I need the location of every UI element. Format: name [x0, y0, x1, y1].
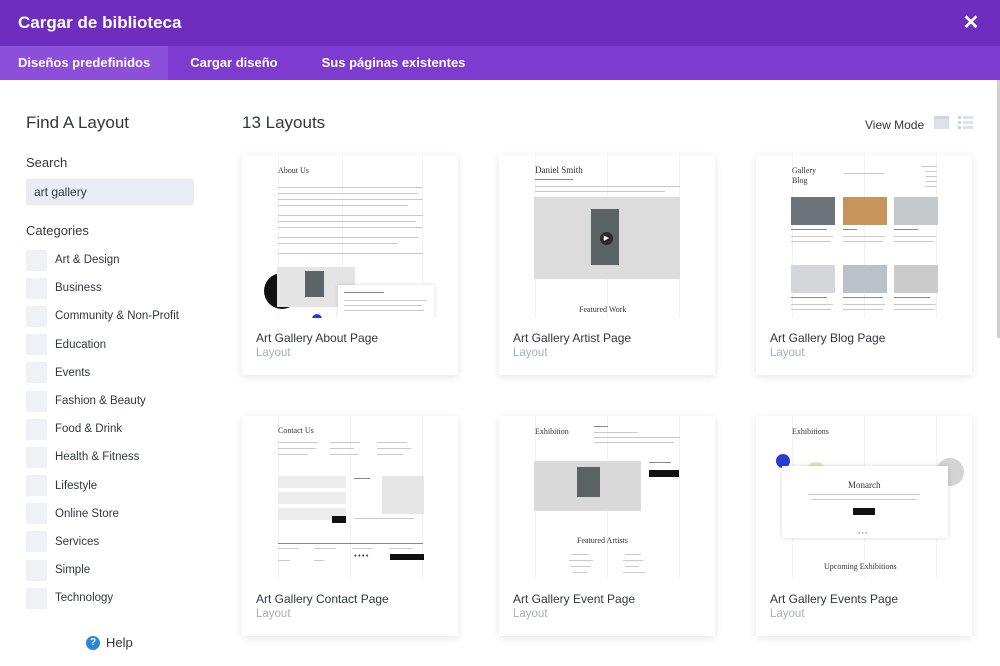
layout-thumbnail: Contact Us ♦ ♦ ♦ ♦: [242, 416, 458, 579]
layout-name: Art Gallery About Page: [256, 331, 379, 345]
thumb-heading: Exhibitions: [792, 427, 829, 436]
help-link[interactable]: ? Help: [86, 635, 133, 650]
layout-count: 13 Layouts: [242, 113, 326, 132]
layout-type: Layout: [256, 608, 291, 620]
category-label: Food & Drink: [55, 423, 123, 436]
category-label: Education: [55, 338, 107, 351]
category-label: Fashion & Beauty: [55, 395, 146, 408]
category-education[interactable]: Education: [26, 331, 179, 359]
category-label: Events: [55, 366, 91, 379]
thumb-heading: Daniel Smith: [535, 165, 583, 175]
checkbox[interactable]: [26, 446, 47, 468]
layout-type: Layout: [770, 608, 805, 620]
thumb-heading: Exhibition: [535, 427, 569, 436]
thumb-center-title: Monarch: [848, 480, 881, 490]
category-label: Simple: [55, 564, 91, 577]
category-simple[interactable]: Simple: [26, 556, 179, 584]
checkbox[interactable]: [26, 418, 47, 440]
sidebar: Find A Layout Search Categories Art & De…: [0, 80, 215, 666]
checkbox[interactable]: [26, 587, 47, 609]
category-fashion-beauty[interactable]: Fashion & Beauty: [26, 387, 179, 415]
category-label: Health & Fitness: [55, 451, 140, 464]
layout-card-contact[interactable]: Contact Us ♦ ♦ ♦ ♦ Art Gallery Contact P…: [242, 416, 458, 636]
help-label: Help: [106, 635, 133, 650]
search-input[interactable]: [26, 179, 194, 205]
checkbox[interactable]: [26, 305, 47, 327]
layout-name: Art Gallery Contact Page: [256, 592, 389, 606]
checkbox[interactable]: [26, 503, 47, 525]
grid-view-icon[interactable]: [934, 115, 949, 130]
view-mode-label: View Mode: [865, 118, 925, 132]
category-label: Online Store: [55, 507, 119, 520]
categories-label: Categories: [26, 223, 89, 238]
tab-existing-pages[interactable]: Sus páginas existentes: [300, 46, 488, 80]
layout-card-artist[interactable]: Daniel Smith ▶ Featured Work Art Gallery…: [499, 155, 715, 375]
thumb-footer: Featured Artists: [577, 536, 628, 545]
layout-thumbnail: Exhibitions Monarch ● ● ● Upcoming Exhib…: [756, 416, 972, 579]
category-events[interactable]: Events: [26, 359, 179, 387]
category-label: Business: [55, 282, 102, 295]
category-online-store[interactable]: Online Store: [26, 500, 179, 528]
search-label: Search: [26, 155, 68, 170]
category-services[interactable]: Services: [26, 528, 179, 556]
layout-name: Art Gallery Blog Page: [770, 331, 886, 345]
thumb-footer: Featured Work: [579, 305, 627, 314]
help-icon: ?: [86, 635, 100, 650]
layout-card-events[interactable]: Exhibitions Monarch ● ● ● Upcoming Exhib…: [756, 416, 972, 636]
thumb-heading: Contact Us: [278, 426, 314, 435]
category-label: Services: [55, 535, 100, 548]
layout-type: Layout: [770, 347, 805, 359]
sidebar-heading: Find A Layout: [26, 113, 130, 132]
category-lifestyle[interactable]: Lifestyle: [26, 472, 179, 500]
layout-thumbnail: Gallery Blog: [756, 155, 972, 318]
layout-name: Art Gallery Events Page: [770, 592, 899, 606]
category-community[interactable]: Community & Non-Profit: [26, 302, 179, 330]
tab-bar: Diseños predefinidos Cargar diseño Sus p…: [0, 46, 1000, 80]
category-label: Lifestyle: [55, 479, 98, 492]
checkbox[interactable]: [26, 390, 47, 412]
layout-card-blog[interactable]: Gallery Blog Art Gallery Blog Page Layou…: [756, 155, 972, 375]
layout-results: 13 Layouts View Mode About Us Art Galler…: [215, 80, 1000, 666]
checkbox[interactable]: [26, 475, 47, 497]
checkbox[interactable]: [26, 249, 47, 271]
checkbox[interactable]: [26, 531, 47, 553]
tab-load-layout[interactable]: Cargar diseño: [168, 46, 299, 80]
category-food-drink[interactable]: Food & Drink: [26, 415, 179, 443]
layout-card-event[interactable]: Exhibition Featured Artists Art Gallery …: [499, 416, 715, 636]
category-health-fitness[interactable]: Health & Fitness: [26, 443, 179, 471]
checkbox[interactable]: [26, 362, 47, 384]
layout-card-about[interactable]: About Us Art Gallery About Page Layout: [242, 155, 458, 375]
layout-type: Layout: [256, 347, 291, 359]
layout-thumbnail: Daniel Smith ▶ Featured Work: [499, 155, 715, 318]
category-label: Technology: [55, 592, 114, 605]
modal-title: Cargar de biblioteca: [18, 13, 182, 32]
category-list: Art & Design Business Community & Non-Pr…: [26, 246, 179, 612]
category-label: Community & Non-Profit: [55, 310, 179, 323]
checkbox[interactable]: [26, 559, 47, 581]
close-icon[interactable]: ✕: [960, 12, 982, 34]
category-business[interactable]: Business: [26, 274, 179, 302]
thumb-heading: Gallery Blog: [792, 166, 816, 185]
layout-thumbnail: Exhibition Featured Artists: [499, 416, 715, 579]
layout-type: Layout: [513, 608, 548, 620]
layout-thumbnail: About Us: [242, 155, 458, 318]
category-label: Art & Design: [55, 254, 120, 267]
layout-name: Art Gallery Artist Page: [513, 331, 632, 345]
list-view-icon[interactable]: [958, 115, 973, 130]
modal-title-bar: Cargar de biblioteca ✕: [0, 0, 1000, 46]
tab-predefined-layouts[interactable]: Diseños predefinidos: [0, 46, 169, 80]
checkbox[interactable]: [26, 277, 47, 299]
checkbox[interactable]: [26, 334, 47, 356]
layout-name: Art Gallery Event Page: [513, 592, 636, 606]
play-icon: ▶: [600, 232, 613, 245]
category-art-design[interactable]: Art & Design: [26, 246, 179, 274]
layout-type: Layout: [513, 347, 548, 359]
thumb-heading: About Us: [278, 166, 309, 175]
category-technology[interactable]: Technology: [26, 584, 179, 612]
thumb-footer: Upcoming Exhibitions: [824, 562, 897, 571]
